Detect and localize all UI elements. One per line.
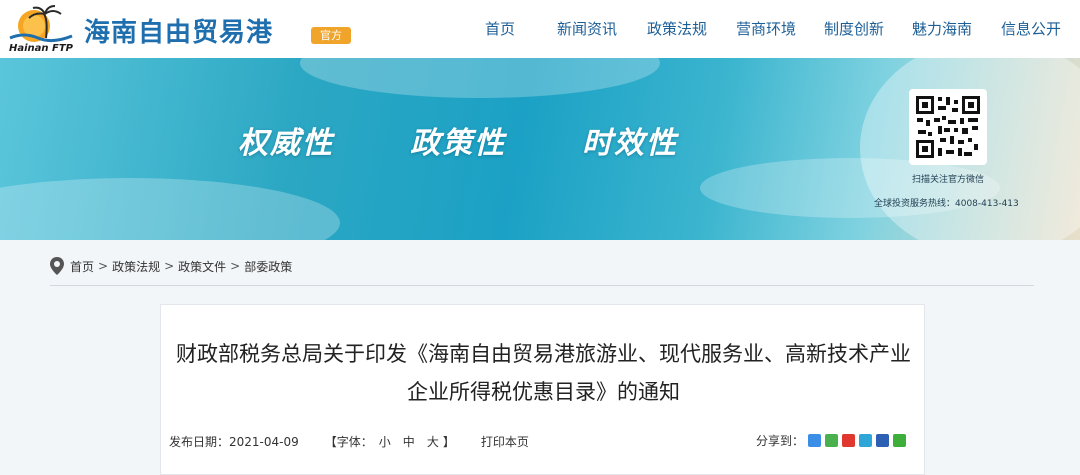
investment-hotline: 全球投资服务热线：4008-413-413 (874, 199, 1019, 209)
nav-institutional-innovation[interactable]: 制度创新 (824, 18, 884, 39)
breadcrumb-policy[interactable]: 政策法规 (112, 258, 160, 275)
slogan-authority: 权威性 (238, 126, 334, 161)
breadcrumb-separator: > (230, 259, 241, 273)
slogan-timeliness: 时效性 (582, 126, 678, 161)
breadcrumb-separator: > (98, 259, 109, 273)
water-ripple (300, 58, 660, 98)
slogan-policy: 政策性 (410, 126, 506, 161)
breadcrumb-policy-documents[interactable]: 政策文件 (178, 258, 226, 275)
font-size-large[interactable]: 大 (427, 433, 439, 450)
sina-weibo-icon[interactable] (842, 434, 855, 447)
breadcrumb-divider (50, 285, 1034, 286)
font-size-small[interactable]: 小 (379, 433, 391, 450)
wechat-icon[interactable] (893, 434, 906, 447)
share-label: 分享到： (755, 434, 804, 448)
qzone-icon[interactable] (808, 434, 821, 447)
nav-info-disclosure[interactable]: 信息公开 (1001, 18, 1061, 39)
font-size-bracket: 】 (442, 435, 455, 449)
site-title: 海南自由贸易港 (84, 18, 274, 48)
breadcrumb-home[interactable]: 首页 (70, 258, 94, 275)
nav-business-environment[interactable]: 营商环境 (736, 18, 796, 39)
publish-date-label: 发布日期： (169, 435, 230, 449)
location-pin-icon (50, 257, 64, 275)
breadcrumb: 首页 > 政策法规 > 政策文件 > 部委政策 (50, 255, 292, 277)
hainan-ftp-logo[interactable]: Hainan FTP (4, 4, 78, 54)
breadcrumb-separator: > (164, 259, 175, 273)
print-page-link[interactable]: 打印本页 (481, 433, 529, 450)
share-bar: 分享到： (756, 432, 906, 449)
tencent-qq-icon[interactable] (859, 434, 872, 447)
logo-text: Hainan FTP (9, 43, 74, 54)
article-title: 财政部税务总局关于印发《海南自由贸易港旅游业、现代服务业、高新技术产业 企业所得… (161, 335, 926, 411)
article-meta: 发布日期： 2021-04-09 【字体： 小 中 大 】 打印本页 (169, 433, 529, 450)
article-card: 财政部税务总局关于印发《海南自由贸易港旅游业、现代服务业、高新技术产业 企业所得… (160, 304, 925, 475)
publish-date: 2021-04-09 (229, 434, 299, 449)
wechat-qr-code (909, 89, 987, 165)
renren-icon[interactable] (876, 434, 889, 447)
nav-home[interactable]: 首页 (485, 18, 515, 39)
nav-charming-hainan[interactable]: 魅力海南 (912, 18, 972, 39)
article-title-line-1: 财政部税务总局关于印发《海南自由贸易港旅游业、现代服务业、高新技术产业 (176, 342, 911, 366)
font-size-medium[interactable]: 中 (403, 433, 415, 450)
tencent-weibo-icon[interactable] (825, 434, 838, 447)
article-title-line-2: 企业所得税优惠目录》的通知 (407, 380, 680, 404)
official-tag: 官方 (311, 27, 351, 44)
water-ripple (0, 178, 340, 240)
site-header: Hainan FTP 海南自由贸易港 官方 首页 新闻资讯 政策法规 营商环境 … (0, 0, 1080, 58)
font-size-label: 【字体： (324, 435, 373, 449)
nav-news[interactable]: 新闻资讯 (557, 18, 617, 39)
qr-caption: 扫描关注官方微信 (911, 175, 984, 185)
nav-policy[interactable]: 政策法规 (647, 18, 707, 39)
breadcrumb-ministry-policy[interactable]: 部委政策 (244, 258, 292, 275)
